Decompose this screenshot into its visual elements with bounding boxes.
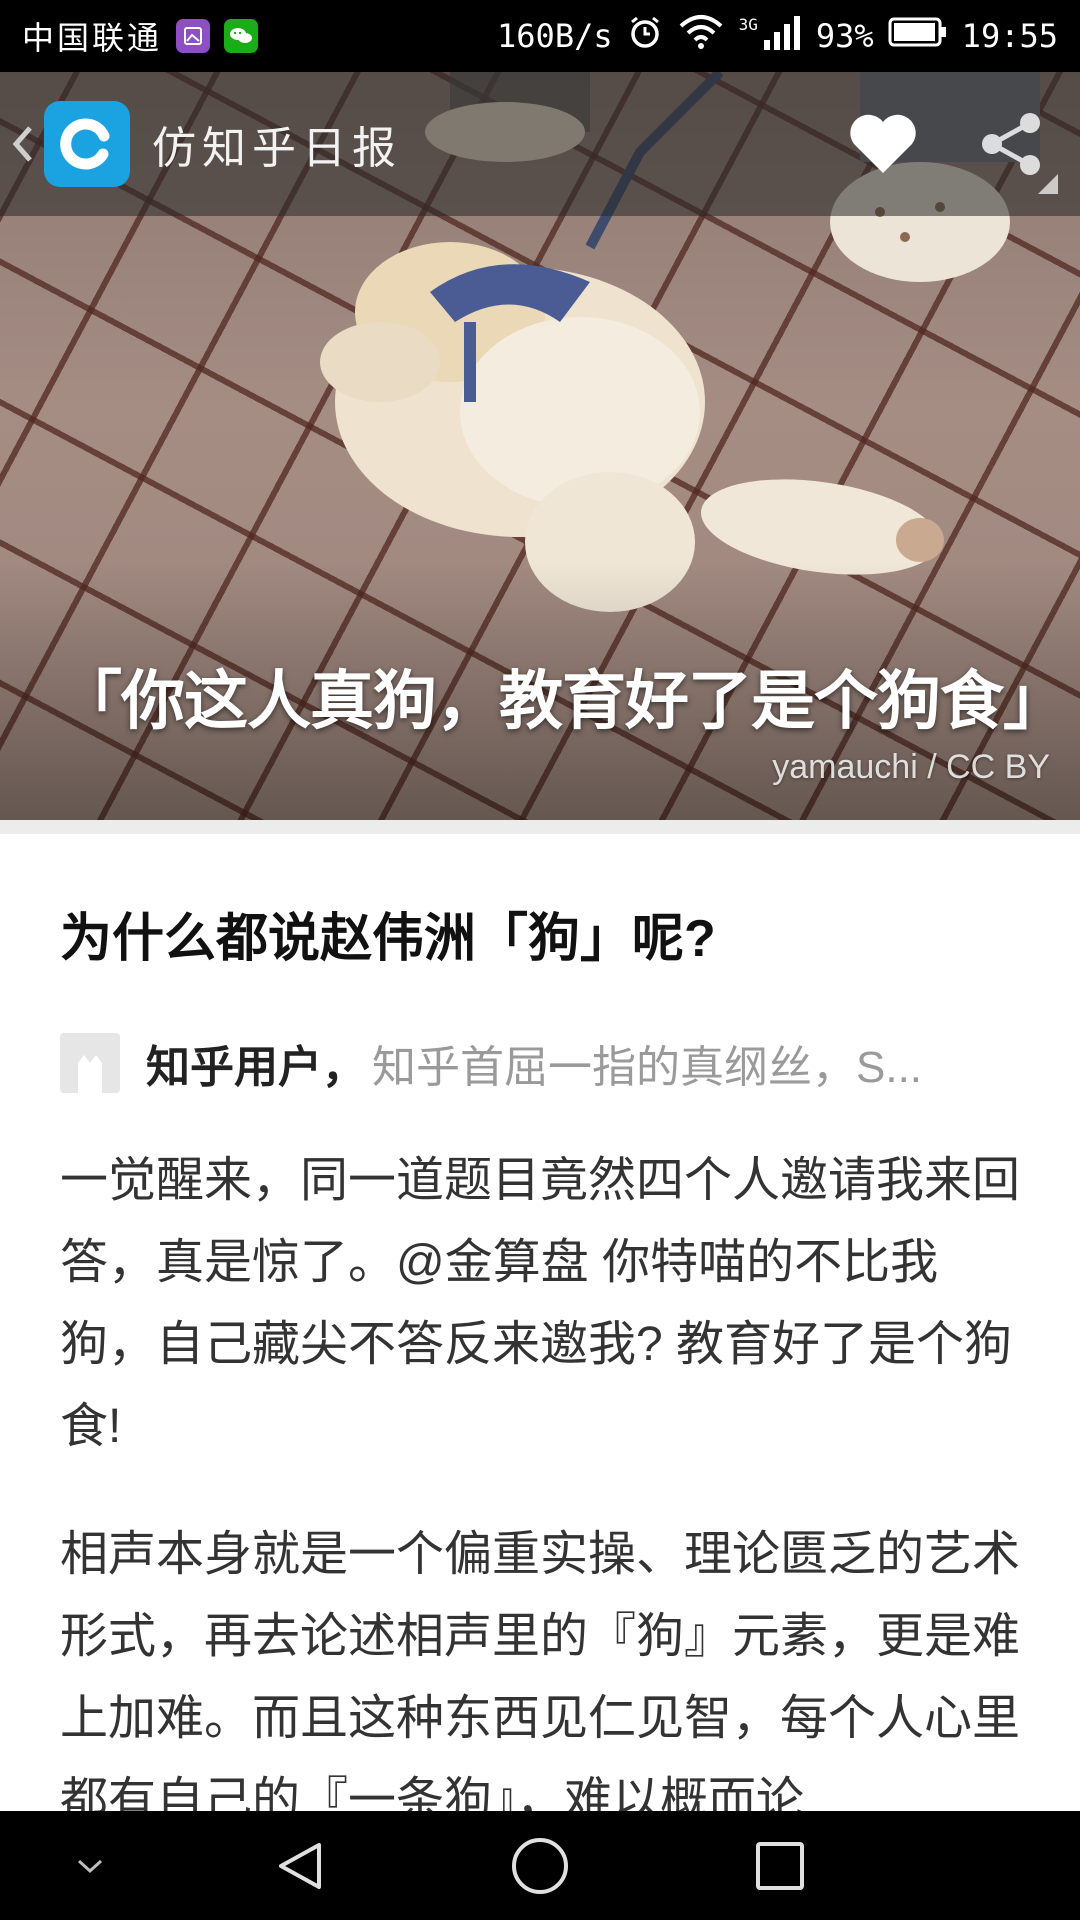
back-icon bbox=[12, 126, 32, 162]
divider bbox=[0, 820, 1080, 834]
signal-icon bbox=[762, 14, 802, 58]
status-bar: 中国联通 160B/s 3G 93% 19:55 bbox=[0, 0, 1080, 72]
favorite-button[interactable] bbox=[848, 113, 918, 175]
clock: 19:55 bbox=[961, 17, 1058, 55]
app-logo-icon[interactable] bbox=[44, 101, 130, 187]
carrier-label: 中国联通 bbox=[22, 19, 163, 57]
article-content[interactable]: 为什么都说赵伟洲「狗」呢? 知乎用户， 知乎首屈一指的真纲丝，S... 一觉醒来… bbox=[0, 834, 1080, 1811]
home-circle-icon bbox=[512, 1837, 568, 1894]
chevron-down-icon bbox=[77, 1859, 103, 1873]
image-credit: yamauchi / CC BY bbox=[772, 748, 1050, 786]
navigation-bar bbox=[0, 1811, 1080, 1920]
nav-back-button[interactable] bbox=[260, 1811, 340, 1920]
heart-icon bbox=[850, 114, 916, 173]
avatar bbox=[60, 1033, 120, 1093]
hide-keyboard-button[interactable] bbox=[60, 1811, 120, 1920]
article-paragraph: 相声本身就是一个偏重实操、理论匮乏的艺术形式，再去论述相声里的『狗』元素，更是难… bbox=[60, 1528, 1021, 1811]
app-title: 仿知乎日报 bbox=[152, 123, 402, 174]
back-triangle-icon bbox=[279, 1842, 321, 1889]
toolbar: 仿知乎日报 bbox=[0, 72, 1080, 216]
back-button[interactable] bbox=[10, 104, 44, 184]
net-speed: 160B/s bbox=[497, 17, 613, 55]
author-row[interactable]: 知乎用户， 知乎首屈一指的真纲丝，S... bbox=[60, 1032, 1020, 1094]
question-title: 为什么都说赵伟洲「狗」呢? bbox=[60, 910, 716, 968]
share-button[interactable] bbox=[980, 111, 1044, 177]
article-paragraph: 一觉醒来，同一道题目竟然四个人邀请我来回答，真是惊了。@金算盘 你特喵的不比我狗… bbox=[60, 1154, 1021, 1453]
overflow-indicator bbox=[1038, 174, 1058, 194]
wechat-notification-icon bbox=[224, 19, 259, 53]
recents-square-icon bbox=[756, 1841, 804, 1890]
nav-recents-button[interactable] bbox=[738, 1811, 822, 1920]
battery-icon bbox=[888, 16, 948, 56]
network-type: 3G bbox=[738, 14, 758, 34]
hero-caption: 「你这人真狗，教育好了是个狗食」 bbox=[58, 665, 1067, 737]
nav-home-button[interactable] bbox=[498, 1811, 582, 1920]
gallery-notification-icon bbox=[176, 19, 211, 53]
alarm-icon bbox=[627, 14, 663, 58]
author-bio: 知乎首屈一指的真纲丝，S... bbox=[372, 1043, 923, 1092]
share-icon bbox=[982, 113, 1040, 175]
author-name: 知乎用户， bbox=[146, 1043, 366, 1092]
wifi-icon bbox=[677, 14, 725, 58]
battery-percent: 93% bbox=[815, 17, 874, 55]
